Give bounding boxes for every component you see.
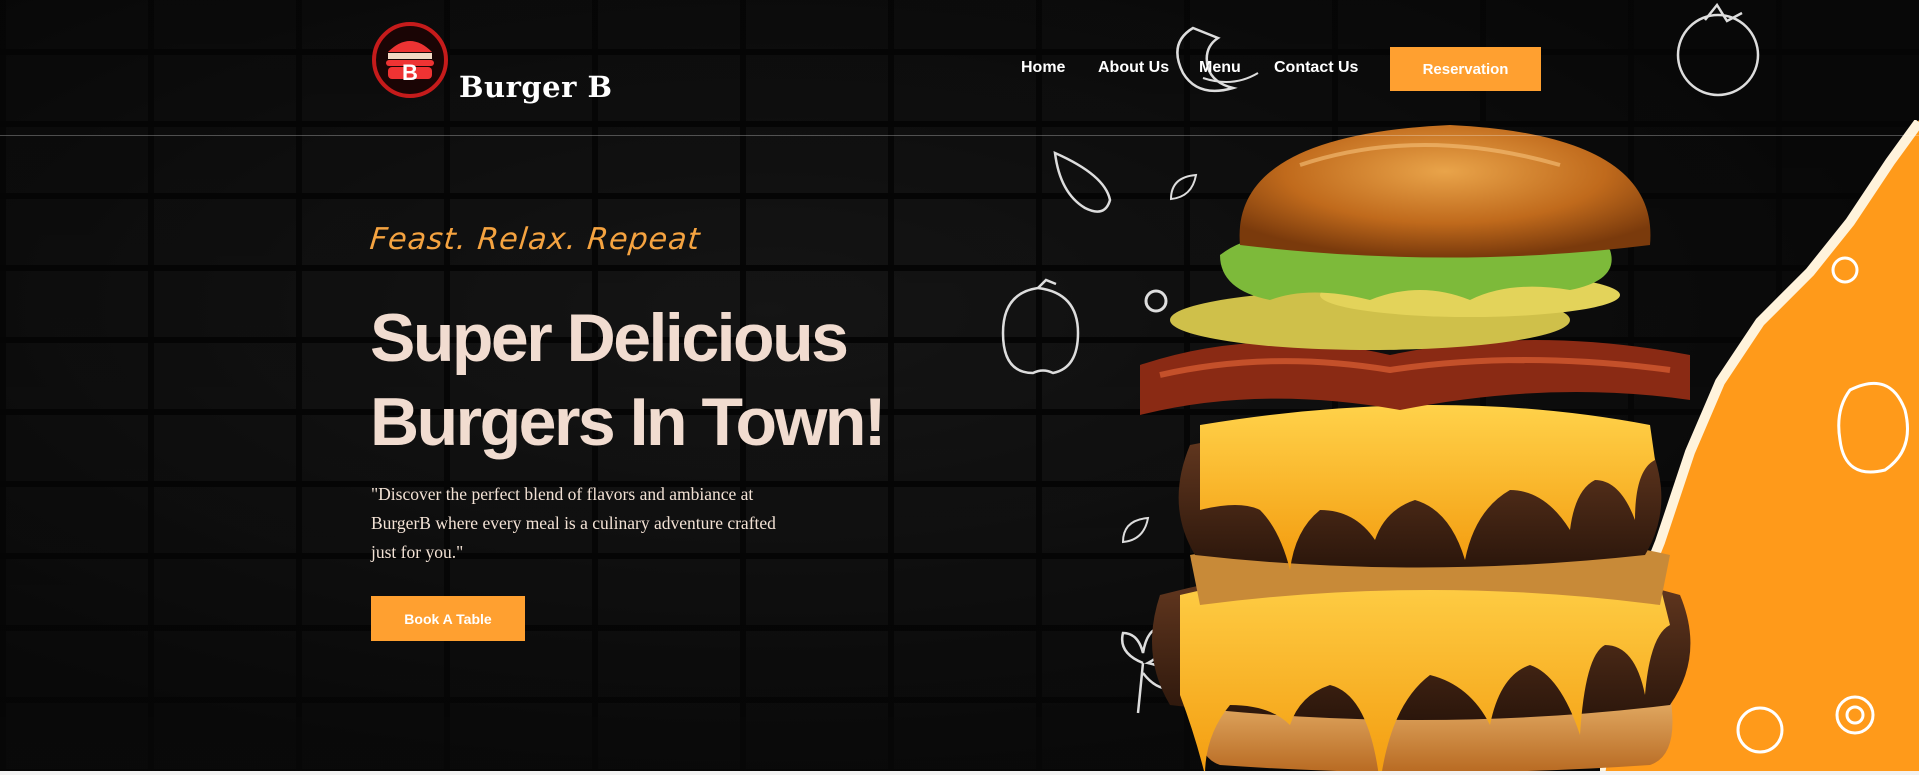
nav-menu[interactable]: Menu (1199, 59, 1241, 77)
burger-image (1140, 125, 1691, 775)
nav-contact-us[interactable]: Contact Us (1274, 59, 1358, 77)
book-a-table-button[interactable]: Book A Table (371, 596, 525, 641)
garlic-doodle-icon (1053, 150, 1112, 213)
brand-name[interactable]: Burger B (459, 70, 613, 104)
headline-line-2: Burgers In Town! (370, 384, 887, 460)
site-header: B Burger B Home About Us Menu Contact Us… (0, 0, 1919, 136)
reservation-button[interactable]: Reservation (1390, 47, 1541, 91)
logo-letter: B (402, 60, 418, 85)
nav-home[interactable]: Home (1021, 59, 1065, 77)
hero-headline: Super Delicious Burgers In Town! (370, 296, 970, 464)
nav-about-us[interactable]: About Us (1098, 59, 1169, 77)
hero-section: B Burger B Home About Us Menu Contact Us… (0, 0, 1919, 775)
hero-tagline: Feast. Relax. Repeat (368, 222, 703, 257)
headline-line-1: Super Delicious (370, 300, 849, 376)
hero-description: "Discover the perfect blend of flavors a… (371, 484, 776, 562)
burger-logo-icon[interactable]: B (372, 22, 448, 98)
bottom-divider (0, 771, 1919, 775)
pepper-doodle-icon (1001, 278, 1080, 375)
